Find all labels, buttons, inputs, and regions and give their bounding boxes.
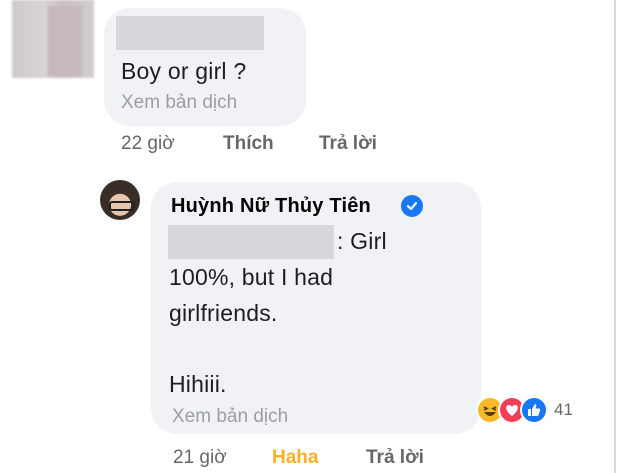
author-name[interactable]: Huỳnh Nữ Thủy Tiên xyxy=(171,195,371,218)
reply-timestamp[interactable]: 21 giờ xyxy=(173,447,227,469)
reply-text-line: 100%, but I had xyxy=(169,264,334,290)
reaction-count: 41 xyxy=(554,400,573,419)
commenter-avatar[interactable] xyxy=(12,0,94,78)
divider xyxy=(614,0,616,473)
like-icon xyxy=(520,396,548,424)
see-translation-link[interactable]: Xem bản dịch xyxy=(172,406,288,428)
like-button[interactable]: Thích xyxy=(223,133,274,155)
redacted-name xyxy=(116,16,264,50)
reply-button[interactable]: Trả lời xyxy=(319,133,377,155)
reply-button[interactable]: Trả lời xyxy=(366,447,424,469)
reply-text-line: : Girl xyxy=(337,228,387,254)
author-avatar[interactable] xyxy=(100,180,140,220)
reply-text-line: girlfriends. xyxy=(169,300,278,326)
see-translation-link[interactable]: Xem bản dịch xyxy=(121,92,237,114)
comment-timestamp[interactable]: 22 giờ xyxy=(121,133,175,155)
reply-text-line: Hihiii. xyxy=(169,371,227,397)
reaction-summary[interactable]: 41 xyxy=(476,395,573,425)
haha-reaction-button[interactable]: Haha xyxy=(272,447,318,469)
redacted-mention xyxy=(168,225,334,259)
verified-badge-icon xyxy=(401,195,423,217)
comment-text: Boy or girl ? xyxy=(121,58,247,84)
